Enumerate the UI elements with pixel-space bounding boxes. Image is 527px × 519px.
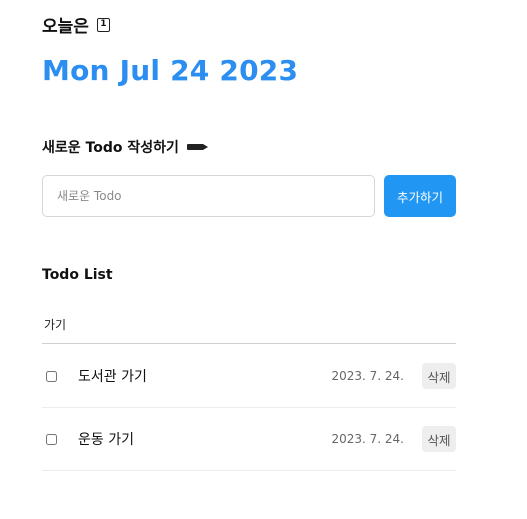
- calendar-icon: 1: [96, 17, 110, 32]
- todo-item-content: 운동 가기: [78, 432, 134, 448]
- todo-item-checkbox[interactable]: [46, 433, 57, 445]
- new-todo-title-text: 새로운 Todo 작성하기: [42, 140, 179, 156]
- todo-item-delete-button[interactable]: 삭제: [422, 363, 456, 389]
- todo-item-content: 도서관 가기: [78, 369, 147, 385]
- new-todo-title: 새로운 Todo 작성하기: [42, 137, 208, 157]
- todo-list-title: Todo List: [42, 267, 113, 283]
- todo-list: 도서관 가기 2023. 7. 24. 삭제 운동 가기 2023. 7. 24…: [42, 345, 456, 471]
- todo-item-checkbox[interactable]: [46, 370, 57, 382]
- today-label: 오늘은 1: [42, 12, 110, 37]
- todo-search-input[interactable]: [42, 306, 456, 344]
- todo-item-date: 2023. 7. 24.: [331, 432, 404, 446]
- new-todo-input[interactable]: [42, 175, 375, 217]
- add-todo-button[interactable]: 추가하기: [384, 175, 456, 217]
- current-date-heading: Mon Jul 24 2023: [42, 54, 299, 87]
- pencil-icon: [186, 144, 208, 150]
- today-label-text: 오늘은: [42, 17, 89, 37]
- todo-item-delete-button[interactable]: 삭제: [422, 426, 456, 452]
- todo-item: 운동 가기 2023. 7. 24. 삭제: [42, 408, 456, 471]
- todo-item-date: 2023. 7. 24.: [331, 369, 404, 383]
- todo-item: 도서관 가기 2023. 7. 24. 삭제: [42, 345, 456, 408]
